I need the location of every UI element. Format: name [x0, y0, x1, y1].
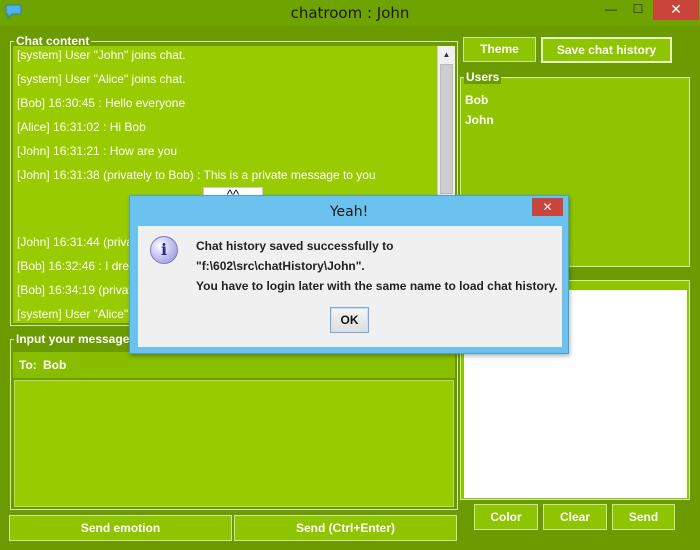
chat-message: [Bob] 16:30:45 : Hello everyone [17, 96, 186, 110]
theme-button[interactable]: Theme [463, 37, 536, 62]
clear-button[interactable]: Clear [543, 504, 607, 530]
send-drawing-button[interactable]: Send [612, 504, 675, 530]
scroll-thumb[interactable] [440, 64, 453, 194]
chat-message: [system] User "John" joins chat. [17, 48, 186, 62]
user-item-john[interactable]: John [465, 113, 494, 127]
chat-message: [system] User "Alice" joins chat. [17, 72, 186, 86]
close-window-button[interactable]: ✕ [653, 0, 699, 20]
dialog-title: Yeah! [329, 204, 369, 220]
input-message-panel: Input your message To: Bob [10, 332, 458, 510]
users-title: Users [464, 70, 502, 84]
chat-message: [Bob] 16:32:46 : I drew [17, 259, 138, 273]
chat-message: [Bob] 16:34:19 (privat [17, 283, 132, 297]
dialog-message-line: You have to login later with the same na… [196, 279, 558, 293]
maximize-button[interactable]: ☐ [625, 0, 651, 20]
window-title: chatroom : John [290, 4, 410, 22]
chat-message: [Alice] 16:31:02 : Hi Bob [17, 120, 146, 134]
dialog-message-line: Chat history saved successfully to [196, 239, 394, 253]
recipient-value: Bob [43, 358, 67, 372]
user-item-bob[interactable]: Bob [465, 93, 488, 107]
minimize-button[interactable]: — [598, 0, 624, 20]
window-title-bar: chatroom : John — ☐ ✕ [0, 0, 700, 26]
recipient-row: To: Bob [13, 352, 455, 378]
chat-message: [John] 16:31:44 (priva [17, 235, 134, 249]
info-icon: i [150, 236, 178, 264]
chat-message: [system] User "Alice" [17, 307, 129, 321]
message-dialog: Yeah! ✕ i Chat history saved successfull… [129, 195, 569, 354]
color-button[interactable]: Color [474, 504, 538, 530]
dialog-close-button[interactable]: ✕ [532, 198, 563, 216]
send-button[interactable]: Send (Ctrl+Enter) [234, 515, 457, 541]
ok-button[interactable]: OK [330, 307, 369, 333]
dialog-message-line: "f:\602\src\chatHistory\John". [196, 259, 365, 273]
chat-message: [John] 16:31:21 : How are you [17, 144, 178, 158]
save-chat-history-button[interactable]: Save chat history [541, 37, 672, 63]
to-label: To: [19, 358, 37, 372]
send-emotion-button[interactable]: Send emotion [9, 515, 232, 541]
input-message-title: Input your message [14, 332, 132, 346]
message-input[interactable] [14, 380, 454, 507]
scroll-up-arrow-icon[interactable]: ▲ [438, 46, 455, 63]
dialog-body: i Chat history saved successfully to "f:… [138, 226, 562, 347]
chat-message: [John] 16:31:38 (privately to Bob) : Thi… [17, 168, 376, 182]
